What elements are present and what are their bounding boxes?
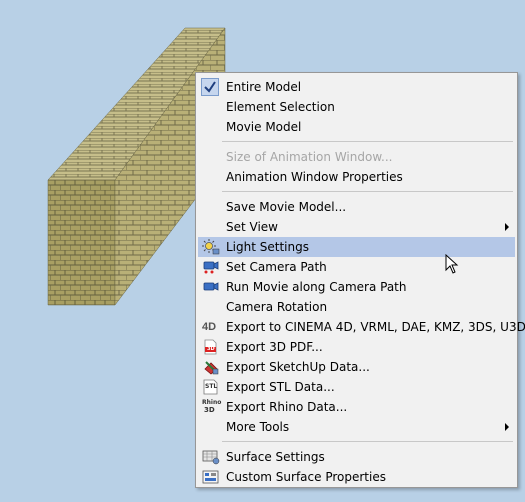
- menu-item-label: Set View: [226, 220, 278, 234]
- menu-item-surface-settings[interactable]: Surface Settings: [198, 447, 515, 467]
- pdf-icon: 3D: [202, 339, 220, 355]
- menu-item-label: Export Rhino Data...: [226, 400, 348, 414]
- menu-item-export-stl[interactable]: STL Export STL Data...: [198, 377, 515, 397]
- menu-item-set-camera-path[interactable]: Set Camera Path: [198, 257, 515, 277]
- menu-item-label: Run Movie along Camera Path: [226, 280, 407, 294]
- sketchup-icon: [202, 359, 220, 375]
- stl-icon-text: STL: [205, 383, 218, 390]
- menu-item-label: Save Movie Model...: [226, 200, 347, 214]
- menu-item-custom-surface-properties[interactable]: Custom Surface Properties: [198, 467, 515, 487]
- export-4d-icon: 4D: [202, 321, 217, 333]
- camera-path-icon: [202, 259, 220, 275]
- menu-item-label: Entire Model: [226, 80, 302, 94]
- menu-item-more-tools[interactable]: More Tools: [198, 417, 515, 437]
- run-movie-icon: [202, 279, 220, 295]
- menu-item-label: Animation Window Properties: [226, 170, 403, 184]
- submenu-arrow-icon: [505, 223, 509, 231]
- menu-separator: [222, 141, 513, 142]
- submenu-arrow-icon: [505, 423, 509, 431]
- menu-item-label: Set Camera Path: [226, 260, 327, 274]
- menu-item-size-of-animation-window: Size of Animation Window...: [198, 147, 515, 167]
- menu-item-movie-model[interactable]: Movie Model: [198, 117, 515, 137]
- menu-separator: [222, 441, 513, 442]
- mouse-pointer-icon: [445, 253, 459, 278]
- menu-item-label: Size of Animation Window...: [226, 150, 393, 164]
- surface-settings-icon: [202, 449, 220, 465]
- menu-item-export-sketchup[interactable]: Export SketchUp Data...: [198, 357, 515, 377]
- checkmark-icon: [201, 78, 219, 96]
- menu-item-label: Camera Rotation: [226, 300, 328, 314]
- menu-item-label: Movie Model: [226, 120, 302, 134]
- menu-item-entire-model[interactable]: Entire Model: [198, 77, 515, 97]
- menu-item-export-3d-pdf[interactable]: 3D Export 3D PDF...: [198, 337, 515, 357]
- menu-item-label: Custom Surface Properties: [226, 470, 386, 484]
- menu-item-label: Export to CINEMA 4D, VRML, DAE, KMZ, 3DS…: [226, 320, 525, 334]
- menu-item-label: More Tools: [226, 420, 290, 434]
- menu-item-label: Export SketchUp Data...: [226, 360, 370, 374]
- custom-surface-icon: [202, 469, 220, 485]
- menu-item-run-movie[interactable]: Run Movie along Camera Path: [198, 277, 515, 297]
- menu-item-save-movie-model[interactable]: Save Movie Model...: [198, 197, 515, 217]
- menu-item-animation-window-properties[interactable]: Animation Window Properties: [198, 167, 515, 187]
- pdf-icon-text: 3D: [207, 346, 215, 352]
- menu-item-camera-rotation[interactable]: Camera Rotation: [198, 297, 515, 317]
- menu-item-export-rhino[interactable]: Rhino 3D Export Rhino Data...: [198, 397, 515, 417]
- stl-icon: STL: [202, 379, 220, 395]
- menu-item-label: Export STL Data...: [226, 380, 335, 394]
- menu-item-label: Surface Settings: [226, 450, 325, 464]
- light-settings-icon: [202, 239, 220, 255]
- context-menu: Entire Model Element Selection Movie Mod…: [195, 72, 525, 488]
- rhino-icon-text-3d: 3D: [204, 406, 215, 414]
- menu-item-label: Element Selection: [226, 100, 335, 114]
- menu-item-label: Export 3D PDF...: [226, 340, 323, 354]
- menu-item-light-settings[interactable]: Light Settings: [198, 237, 515, 257]
- menu-item-element-selection[interactable]: Element Selection: [198, 97, 515, 117]
- menu-item-export-cinema4d[interactable]: 4D Export to CINEMA 4D, VRML, DAE, KMZ, …: [198, 317, 525, 337]
- menu-separator: [222, 191, 513, 192]
- rhino-icon: Rhino 3D: [202, 399, 221, 415]
- menu-item-label: Light Settings: [226, 240, 309, 254]
- menu-item-set-view[interactable]: Set View: [198, 217, 515, 237]
